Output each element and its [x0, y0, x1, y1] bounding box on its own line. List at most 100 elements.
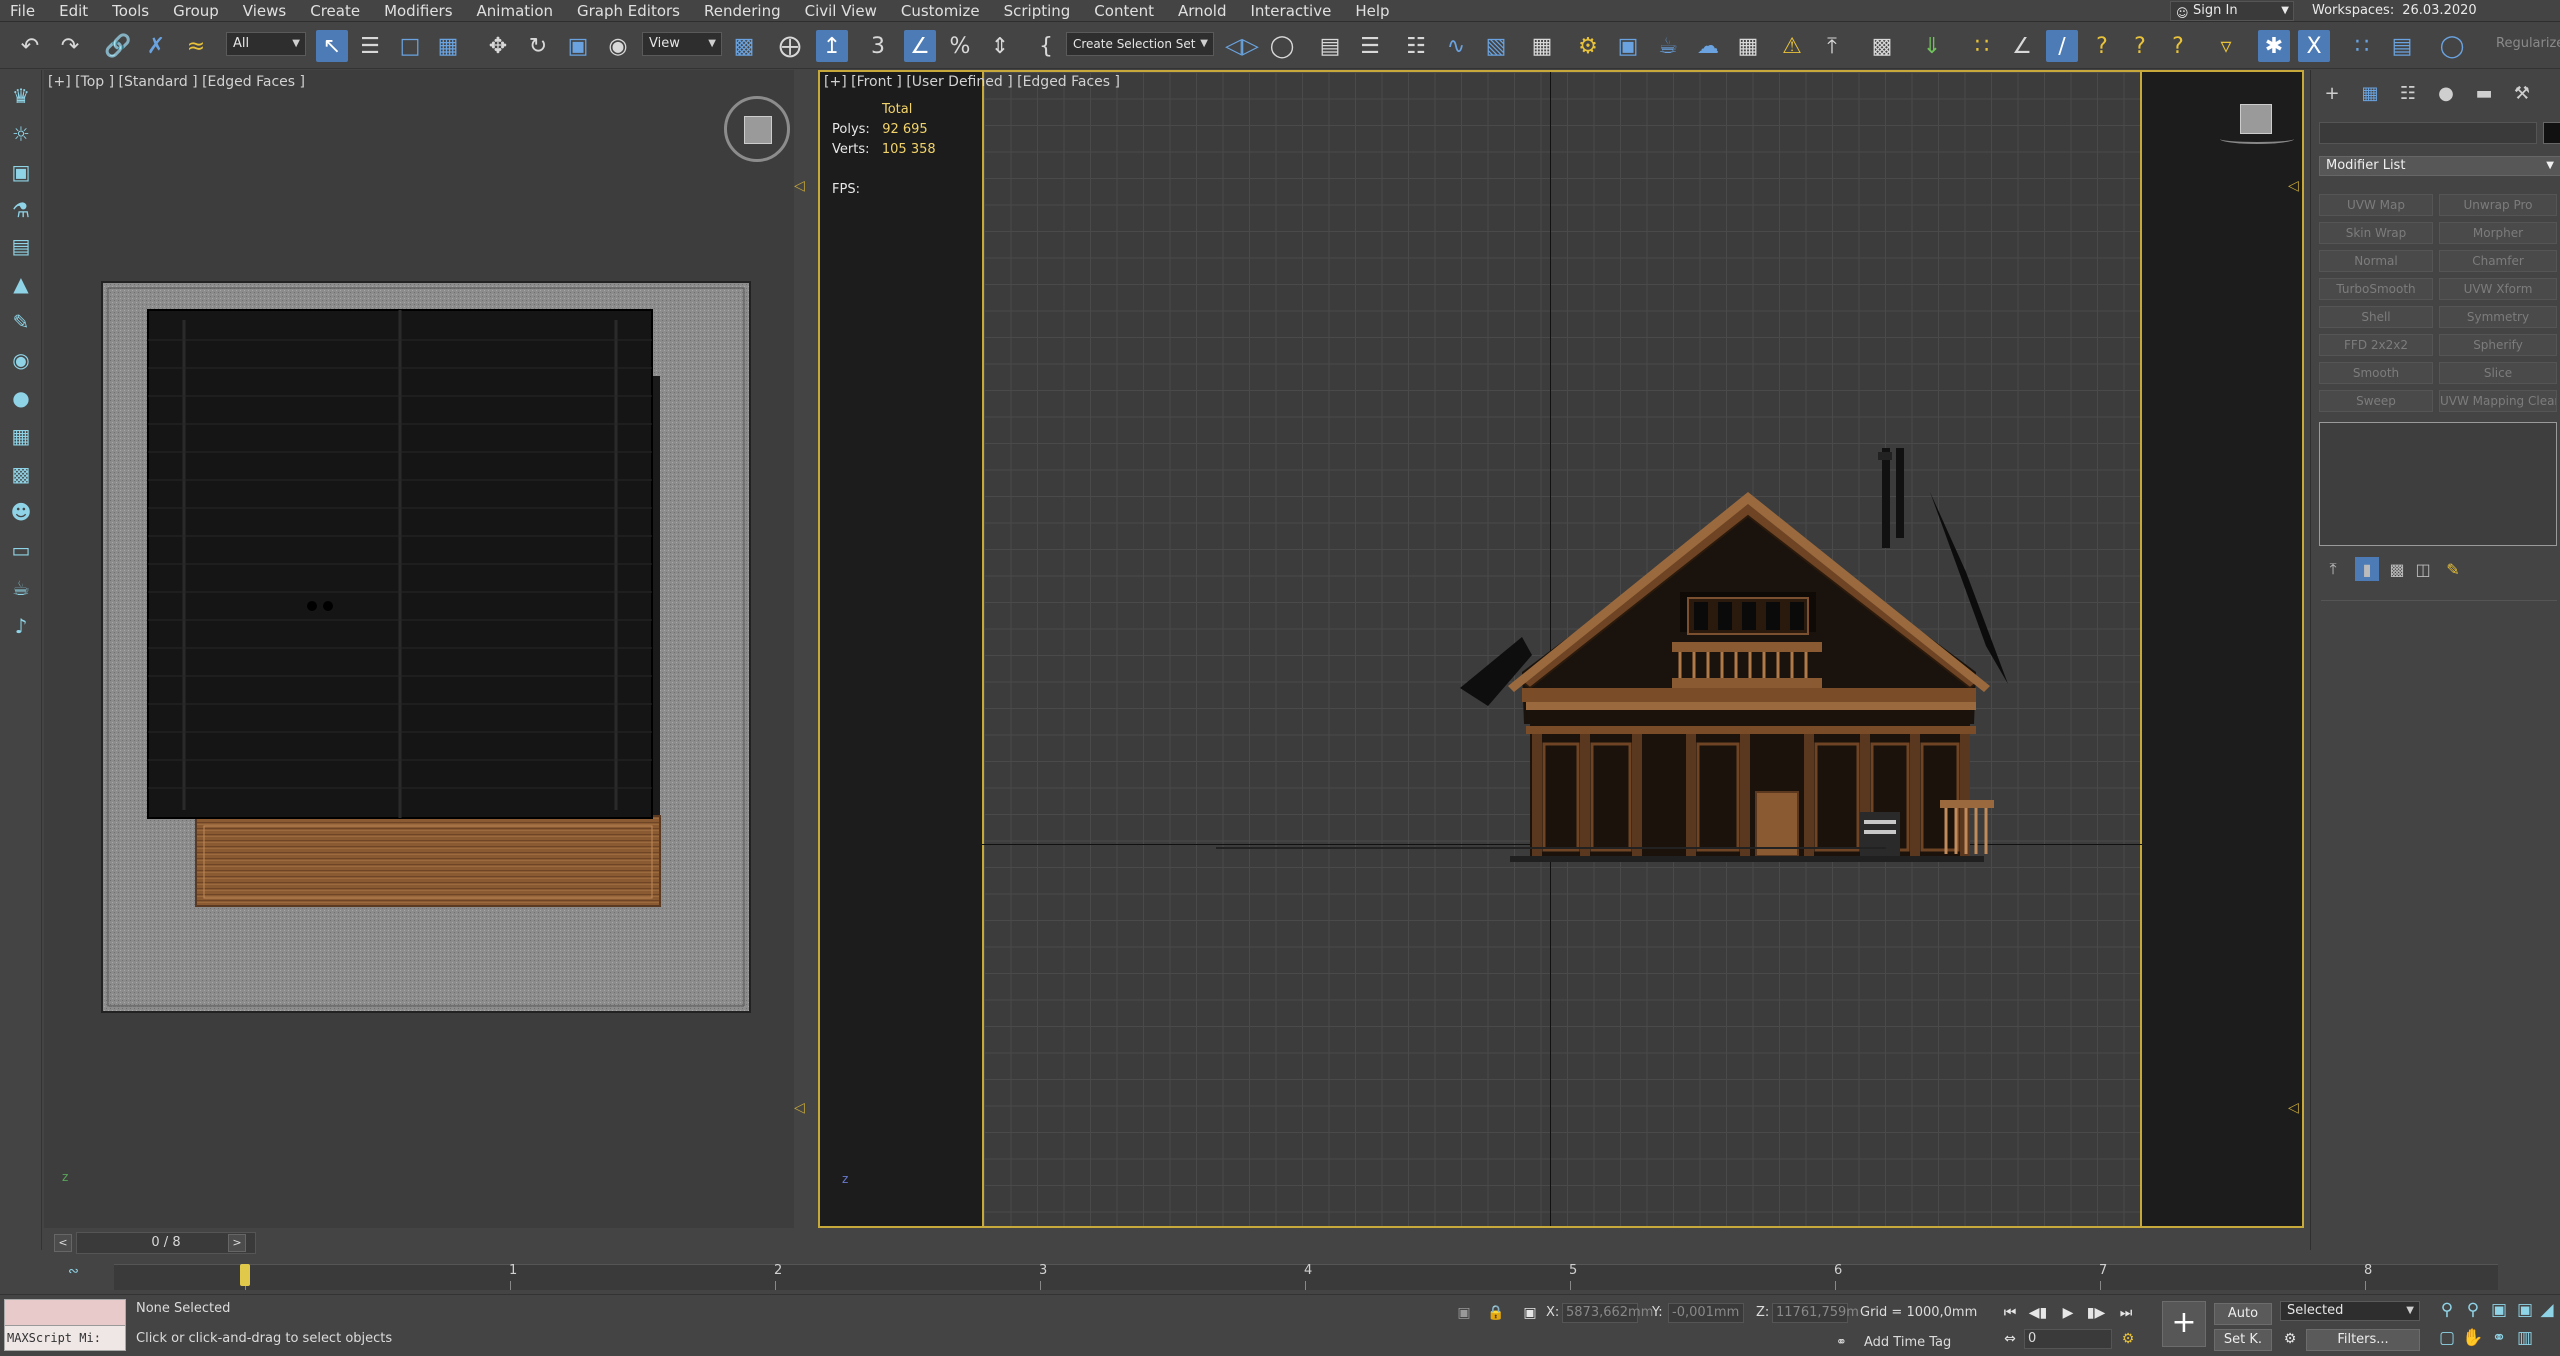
viewcube-face[interactable] [744, 116, 772, 144]
next-frame-icon[interactable]: ▮▶ [2086, 1303, 2106, 1323]
keyboard-shortcut-override-icon[interactable]: ↥ [816, 30, 848, 62]
modifier-button[interactable]: Shell [2319, 306, 2433, 328]
modifier-button[interactable]: Normal [2319, 250, 2433, 272]
pin-stack-icon[interactable]: ⤒ [2321, 557, 2345, 581]
menu-scripting[interactable]: Scripting [992, 0, 1083, 22]
bind-spacewarp-icon[interactable]: ≈ [180, 30, 212, 62]
menu-modifiers[interactable]: Modifiers [372, 0, 464, 22]
layer-explorer-icon[interactable]: ☰ [1354, 30, 1386, 62]
hierarchy-tab-icon[interactable]: ☷ [2395, 80, 2421, 106]
next-frame-arrow[interactable]: > [228, 1234, 246, 1252]
menu-animation[interactable]: Animation [465, 0, 565, 22]
target-icon[interactable]: ◉ [7, 346, 35, 374]
menu-content[interactable]: Content [1082, 0, 1166, 22]
snap-grid-icon[interactable]: ∷ [1966, 30, 1998, 62]
teapot-icon[interactable]: ☕ [7, 574, 35, 602]
schematic-view-icon[interactable]: ▧ [1480, 30, 1512, 62]
display-tab-icon[interactable]: ▬ [2471, 80, 2497, 106]
snap-edge-icon[interactable]: ∕ [2046, 30, 2078, 62]
modifier-button[interactable]: Skin Wrap [2319, 222, 2433, 244]
select-manipulate-icon[interactable]: ⨁ [774, 30, 806, 62]
modifier-button[interactable]: Sweep [2319, 390, 2433, 412]
pin-tool-icon[interactable]: ⤒ [1816, 30, 1848, 62]
select-by-name-icon[interactable]: ☰ [354, 30, 386, 62]
snaps-toggle-icon[interactable]: 3 [862, 30, 894, 62]
snap-to-frozen-icon[interactable]: X [2298, 30, 2330, 62]
menu-rendering[interactable]: Rendering [692, 0, 793, 22]
menu-civil-view[interactable]: Civil View [793, 0, 889, 22]
create-tab-icon[interactable]: + [2319, 80, 2345, 106]
snap-options-icon[interactable]: ▿ [2210, 30, 2242, 62]
toggle-ribbon-icon[interactable]: ☷ [1400, 30, 1432, 62]
remove-modifier-icon[interactable]: ◫ [2411, 557, 2435, 581]
key-mode-dropdown[interactable]: Selected ▼ [2280, 1301, 2420, 1321]
go-to-end-icon[interactable]: ⏭ [2116, 1303, 2136, 1323]
regularize-label[interactable]: Regularize [2496, 36, 2560, 51]
link-icon[interactable]: 🔗 [102, 30, 134, 62]
cube-icon[interactable]: ▭ [7, 536, 35, 564]
viewcube-widget[interactable] [724, 96, 790, 162]
page-icon[interactable]: ▤ [7, 232, 35, 260]
angle-snap-icon[interactable]: ∠ [904, 30, 936, 62]
modifier-button[interactable]: UVW Xform [2439, 278, 2557, 300]
menu-create[interactable]: Create [298, 0, 372, 22]
add-time-tag-icon[interactable]: ⚭ [1836, 1335, 1847, 1350]
motion-tab-icon[interactable]: ● [2433, 80, 2459, 106]
reference-coordinate-dropdown[interactable]: View ▼ [642, 32, 722, 56]
isolate-selection-icon[interactable]: ▣ [1454, 1303, 1474, 1323]
mirror-icon[interactable]: ◁▷ [1225, 30, 1259, 62]
home-grid-icon[interactable]: ▤ [2386, 30, 2418, 62]
sun-icon[interactable]: ☼ [7, 120, 35, 148]
menu-edit[interactable]: Edit [47, 0, 100, 22]
render-setup-icon[interactable]: ⚙ [1572, 30, 1604, 62]
selection-lock-icon[interactable]: 🔒 [1486, 1303, 1506, 1323]
toolbar-extra-icon[interactable]: ▩ [1866, 30, 1898, 62]
set-key-button[interactable]: Set K. [2214, 1329, 2272, 1351]
select-scale-icon[interactable]: ▣ [562, 30, 594, 62]
expand-toolbar-icon[interactable]: ⇓ [1916, 30, 1948, 62]
pan-view-icon[interactable]: ✋ [2462, 1327, 2484, 1349]
render-in-cloud-icon[interactable]: ☁ [1692, 30, 1724, 62]
maximize-viewport-icon[interactable]: ▥ [2514, 1327, 2536, 1349]
modifier-button[interactable]: UVW Mapping Clear [2439, 390, 2557, 412]
auto-grid-icon[interactable]: ◯ [2436, 30, 2468, 62]
set-key-big-button[interactable]: + [2162, 1301, 2206, 1347]
select-object-icon[interactable]: ↖ [316, 30, 348, 62]
pivot-center-icon[interactable]: ▩ [728, 30, 760, 62]
snap-use-axis-icon[interactable]: ✱ [2258, 30, 2290, 62]
menu-views[interactable]: Views [231, 0, 298, 22]
modify-tab-icon[interactable]: ▦ [2357, 80, 2383, 106]
y-coordinate-field[interactable]: -0,001mm [1668, 1303, 1744, 1323]
sign-in-dropdown[interactable]: ☺ Sign In ▼ [2170, 1, 2294, 21]
modifier-button[interactable]: FFD 2x2x2 [2319, 334, 2433, 356]
track-bar-scale[interactable]: 1 2 3 4 5 6 7 8 [114, 1263, 2498, 1290]
select-place-icon[interactable]: ◉ [602, 30, 634, 62]
key-filters-icon[interactable]: ⚙ [2280, 1329, 2300, 1349]
spinner-snap-icon[interactable]: ⇕ [984, 30, 1016, 62]
menu-customize[interactable]: Customize [889, 0, 992, 22]
selection-filter-dropdown[interactable]: All ▼ [226, 32, 306, 56]
show-end-result-icon[interactable]: ▮ [2355, 557, 2379, 581]
play-icon[interactable]: ▶ [2058, 1303, 2078, 1323]
current-frame-field[interactable]: 0 [2024, 1329, 2112, 1349]
undo-icon[interactable]: ↶ [14, 30, 46, 62]
viewport-front[interactable]: [+] [Front ] [User Defined ] [Edged Face… [818, 70, 2304, 1228]
edit-named-selection-icon[interactable]: { [1030, 30, 1062, 62]
menu-arnold[interactable]: Arnold [1166, 0, 1239, 22]
panel-icon[interactable]: ▩ [7, 460, 35, 488]
go-to-start-icon[interactable]: ⏮ [2000, 1303, 2020, 1323]
menu-group[interactable]: Group [161, 0, 231, 22]
grid-points-icon[interactable]: ∷ [2346, 30, 2378, 62]
lightbulb-icon[interactable]: ♛ [7, 82, 35, 110]
select-rotate-icon[interactable]: ↻ [522, 30, 554, 62]
auto-key-button[interactable]: Auto [2214, 1303, 2272, 1325]
window-crossing-icon[interactable]: ▦ [432, 30, 464, 62]
field-of-view-icon[interactable]: ◢ [2536, 1299, 2558, 1321]
zoom-icon[interactable]: ⚲ [2436, 1299, 2458, 1321]
rendered-frame-window-icon[interactable]: ▣ [1612, 30, 1644, 62]
z-coordinate-field[interactable]: 11761,759m [1772, 1303, 1859, 1323]
curve-editor-icon[interactable]: ∿ [1440, 30, 1472, 62]
x-coordinate-field[interactable]: 5873,662mm [1562, 1303, 1653, 1323]
menu-tools[interactable]: Tools [100, 0, 161, 22]
bulb-icon[interactable]: ♪ [7, 612, 35, 640]
